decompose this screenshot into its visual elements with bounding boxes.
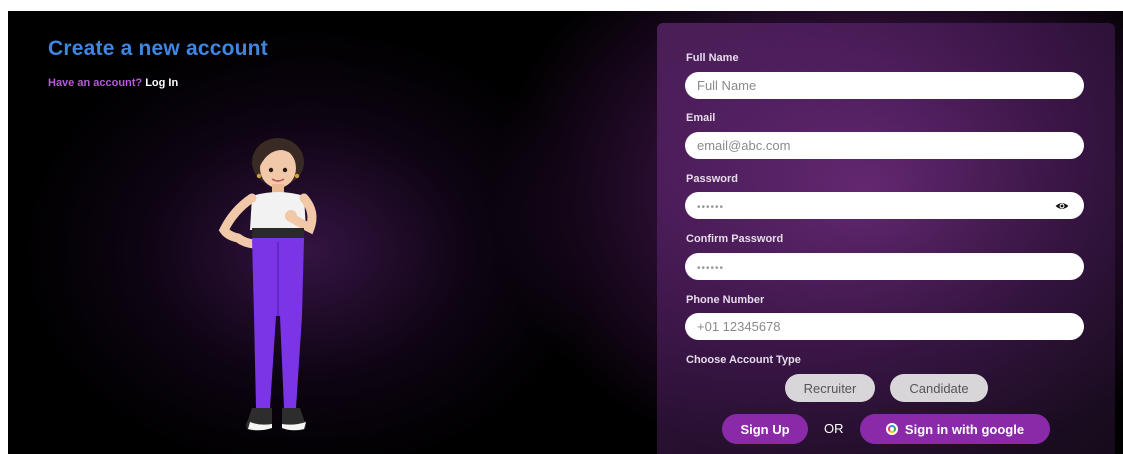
- signup-form: Full Name Email Password Confirm Passwor…: [657, 23, 1115, 454]
- confirm-password-label: Confirm Password: [686, 233, 784, 245]
- google-icon: [885, 423, 898, 435]
- account-type-label: Choose Account Type: [686, 354, 801, 366]
- full-name-input[interactable]: [685, 72, 1084, 99]
- phone-input[interactable]: [685, 313, 1084, 340]
- avatar-illustration: [198, 126, 358, 446]
- eye-icon[interactable]: [1055, 199, 1069, 213]
- confirm-password-input[interactable]: [685, 253, 1084, 280]
- candidate-button[interactable]: Candidate: [890, 374, 988, 402]
- phone-label: Phone Number: [686, 294, 765, 306]
- password-label: Password: [686, 173, 738, 185]
- page-title: Create a new account: [48, 37, 268, 60]
- recruiter-button[interactable]: Recruiter: [785, 374, 875, 402]
- google-sign-in-label: Sign in with google: [904, 421, 1025, 437]
- signup-page: Create a new account Have an account? Lo…: [8, 11, 1123, 454]
- login-link[interactable]: Log In: [145, 77, 178, 89]
- password-input[interactable]: [685, 192, 1084, 219]
- sign-up-button[interactable]: Sign Up: [722, 414, 808, 444]
- email-label: Email: [686, 112, 716, 124]
- full-name-label: Full Name: [686, 52, 739, 64]
- woman-avatar-icon: [218, 138, 317, 431]
- email-input[interactable]: [685, 132, 1084, 159]
- google-sign-in-button[interactable]: Sign in with google: [860, 414, 1050, 444]
- or-separator: OR: [824, 421, 844, 436]
- have-account-text: Have an account?: [48, 77, 143, 89]
- have-account-row: Have an account? Log In: [48, 77, 178, 89]
